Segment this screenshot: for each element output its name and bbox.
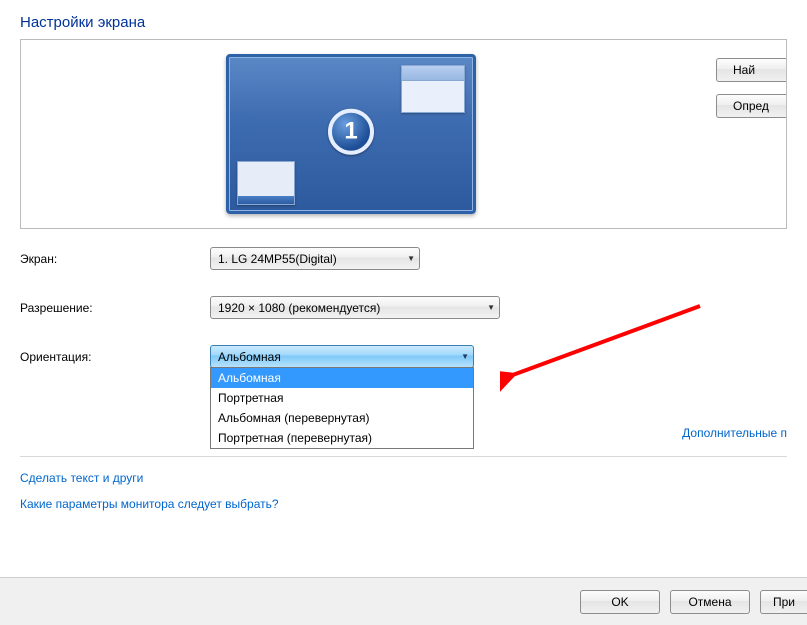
orientation-combobox-value: Альбомная <box>218 350 281 364</box>
chevron-down-icon: ▼ <box>407 254 415 263</box>
monitor-taskbar-mini-icon <box>237 161 295 205</box>
monitor-thumbnail[interactable]: 1 <box>226 54 476 214</box>
dialog-button-bar: OK Отмена При <box>0 577 807 625</box>
settings-form: Экран: 1. LG 24MP55(Digital) ▼ Разрешени… <box>0 229 807 368</box>
resolution-combobox[interactable]: 1920 × 1080 (рекомендуется) ▼ <box>210 296 500 319</box>
resolution-combobox-value: 1920 × 1080 (рекомендуется) <box>218 301 380 315</box>
display-preview-panel: 1 Най Опред <box>20 39 787 229</box>
ok-button[interactable]: OK <box>580 590 660 614</box>
screen-combobox[interactable]: 1. LG 24MP55(Digital) ▼ <box>210 247 420 270</box>
resolution-label: Разрешение: <box>20 301 210 315</box>
orientation-option[interactable]: Портретная (перевернутая) <box>211 428 473 448</box>
screen-label: Экран: <box>20 252 210 266</box>
cancel-button[interactable]: Отмена <box>670 590 750 614</box>
advanced-settings-link[interactable]: Дополнительные п <box>682 426 787 440</box>
orientation-option[interactable]: Портретная <box>211 388 473 408</box>
orientation-combobox[interactable]: Альбомная ▼ <box>210 345 474 368</box>
chevron-down-icon: ▼ <box>487 303 495 312</box>
detect-button[interactable]: Опред <box>716 94 786 118</box>
monitor-number-badge: 1 <box>328 109 374 155</box>
monitor-window-mini-icon <box>401 65 465 113</box>
resize-text-link[interactable]: Сделать текст и други <box>20 471 143 485</box>
orientation-label: Ориентация: <box>20 350 210 364</box>
chevron-down-icon: ▼ <box>461 352 469 361</box>
page-title: Настройки экрана <box>0 0 807 39</box>
orientation-option[interactable]: Альбомная (перевернутая) <box>211 408 473 428</box>
find-button[interactable]: Най <box>716 58 786 82</box>
screen-combobox-value: 1. LG 24MP55(Digital) <box>218 252 337 266</box>
orientation-dropdown-list: Альбомная Портретная Альбомная (переверн… <box>210 367 474 449</box>
apply-button[interactable]: При <box>760 590 807 614</box>
orientation-option[interactable]: Альбомная <box>211 368 473 388</box>
help-link[interactable]: Какие параметры монитора следует выбрать… <box>20 497 279 511</box>
